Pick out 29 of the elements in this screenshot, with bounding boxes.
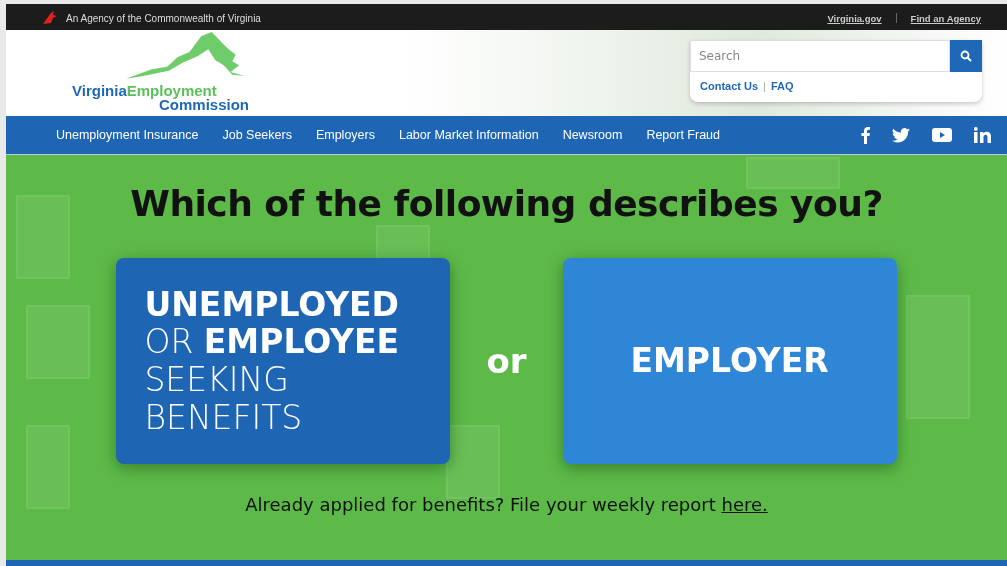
search-icon <box>960 50 972 62</box>
here-link[interactable]: here. <box>721 494 768 515</box>
header-link[interactable]: Contact Us <box>700 80 759 92</box>
hero-heading: Which of the following describes you? <box>130 183 883 224</box>
nav-link[interactable]: Newsroom <box>562 128 623 142</box>
logo-text: Virginia <box>72 82 127 99</box>
search-button[interactable] <box>950 40 982 72</box>
cardinal-icon <box>42 11 58 25</box>
nav-link[interactable]: Unemployment Insurance <box>56 128 199 142</box>
top-link[interactable]: Find an Agency <box>910 12 981 24</box>
nav-link[interactable]: Labor Market Information <box>398 128 539 142</box>
separator: | <box>763 80 766 92</box>
or-text: or <box>486 341 527 381</box>
youtube-icon[interactable] <box>932 128 952 142</box>
choice-button[interactable]: EMPLOYER <box>562 258 897 464</box>
virginia-map-logo-icon <box>126 32 246 80</box>
header-link[interactable]: FAQ <box>770 80 794 92</box>
linkedin-icon[interactable] <box>974 127 991 143</box>
twitter-icon[interactable] <box>892 127 910 143</box>
nav-link[interactable]: Job Seekers <box>222 128 292 142</box>
logo-text: Employment <box>126 82 217 99</box>
choice-button[interactable]: UNEMPLOYED OR EMPLOYEE SEEKING BENEFITS <box>116 258 451 464</box>
top-link[interactable]: Virginia.gov <box>827 12 882 24</box>
nav-link[interactable]: Employers <box>315 128 375 142</box>
weekly-report-text: Already applied for benefits? File your weekly report here. <box>245 494 768 515</box>
search-field[interactable]: Search <box>690 40 950 72</box>
nav-link[interactable]: Report Fraud <box>646 128 721 142</box>
facebook-icon[interactable] <box>861 126 870 144</box>
agency-text: An Agency of the Commonwealth of Virginia <box>66 12 261 24</box>
